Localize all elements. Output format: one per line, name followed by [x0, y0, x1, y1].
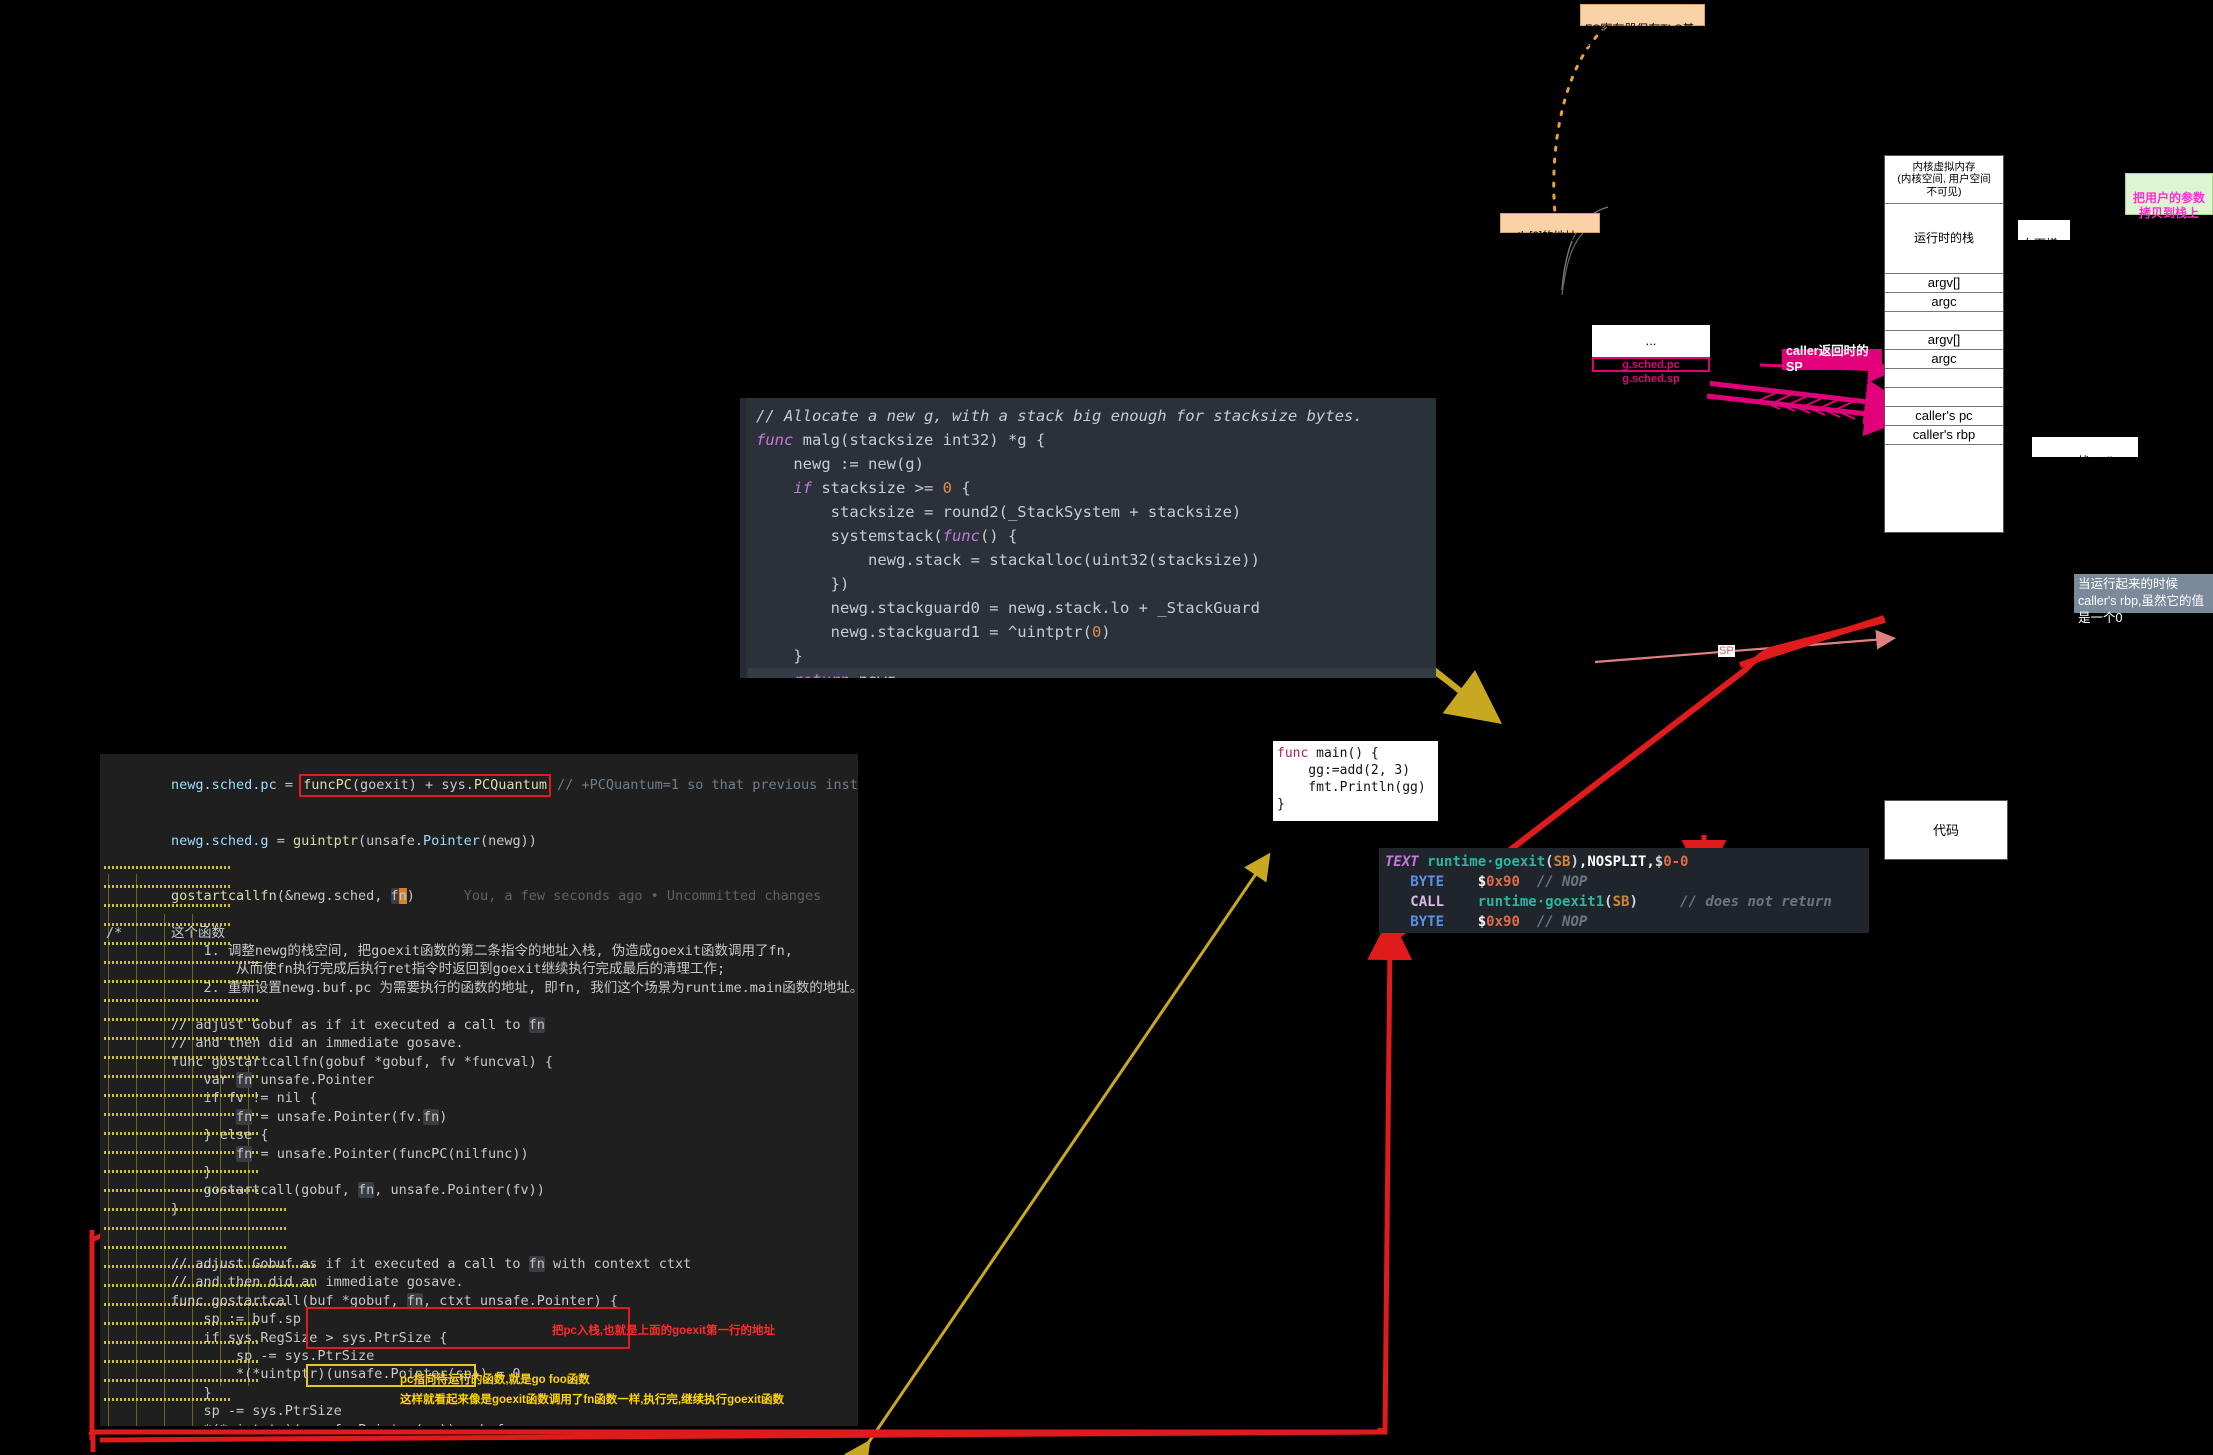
gsched-ellipsis: ...	[1592, 325, 1710, 357]
code-line: newg.stackguard0 = newg.stack.lo + _Stac…	[756, 599, 1260, 617]
code-line: sp -= sys.PtrSize	[106, 1348, 375, 1364]
note-grow-down: 向下增长	[2018, 220, 2070, 266]
code-line: }	[756, 647, 803, 665]
note-m-tls: m.tls[0]的地址	[1500, 213, 1600, 243]
note-caller-rbp: 当运行起来的时候caller's rbp,虽然它的值是一个0	[2074, 574, 2213, 625]
code-line: func gostartcall(buf *gobuf, fn, ctxt un…	[106, 1292, 619, 1309]
code-line: // and then did an immediate gosave.	[106, 1035, 464, 1052]
code-line: stacksize = round2(_StackSystem + stacks…	[756, 503, 1242, 521]
sp-marker-label: SP	[1718, 645, 1735, 657]
code-line: // Allocate a new g, with a stack big en…	[756, 407, 1363, 425]
stack-cell: caller's rbp	[1885, 426, 2003, 445]
code-line: // adjust Gobuf as if it executed a call…	[106, 1255, 692, 1272]
code-line: var fn unsafe.Pointer	[106, 1071, 375, 1088]
code-line: if fv != nil {	[106, 1090, 318, 1107]
code-box-label: 代码	[1932, 823, 1959, 839]
code-line: func malg(stacksize int32) *g {	[756, 431, 1046, 449]
stack-cell: 内核虚拟内存 (内核空间, 用户空间 不可见)	[1885, 156, 2003, 204]
stack-cell	[1885, 388, 2003, 407]
code-line: 从而使fn执行完成后执行ret指令时返回到goexit继续执行完成最后的清理工作…	[106, 961, 726, 978]
code-line: 1. 调整newg的栈空间, 把goexit函数的第二条指令的地址入栈, 伪造成…	[106, 943, 793, 960]
tls-dotted-connector	[1552, 20, 1614, 224]
stack-cell	[1885, 445, 2003, 534]
stack-cell: 运行时的栈	[1885, 204, 2003, 274]
note-fs-register: FS寄存器保存TLS基地址	[1580, 4, 1705, 51]
note-m-tls-label: m.tls[0]的地址	[1505, 231, 1577, 244]
code-line: newg.sched.g = guintptr(unsafe.Pointer(n…	[171, 832, 537, 849]
code-line: TEXT runtime·goexit(SB),NOSPLIT,$0-0	[1385, 854, 1689, 870]
stack-cell: argv[]	[1885, 331, 2003, 350]
code-line: func main() {	[1277, 746, 1379, 761]
annotation-pc-points: pc指向待运行的函数,就是go foo函数	[400, 1374, 590, 1386]
stack-cell: argc	[1885, 350, 2003, 369]
code-line: /* 这个函数	[106, 924, 226, 941]
code-line: }	[106, 1163, 212, 1180]
code-line: gg:=add(2, 3)	[1277, 763, 1411, 778]
code-line: gostartcallfn(&newg.sched, fn) You, a fe…	[171, 887, 822, 904]
code-line: }	[1277, 797, 1285, 812]
gsched-pc-row: g.sched.pc	[1592, 357, 1710, 372]
code-line-highlighted: return newg	[748, 668, 1436, 678]
code-line: systemstack(func() {	[756, 527, 1018, 545]
stack-cell: argc	[1885, 293, 2003, 312]
stack-cell	[1885, 369, 2003, 388]
diagram-canvas: FS寄存器保存TLS基地址 m.tls[0]的地址 把用户的参数 拷贝到栈上 向…	[0, 0, 2213, 1455]
annotation-looks-like: 这样就看起来像是goexit函数调用了fn函数一样,执行完,继续执行goexit…	[400, 1394, 784, 1406]
code-line: CALL runtime·goexit1(SB) // does not ret…	[1410, 894, 1832, 910]
code-line: })	[756, 575, 850, 593]
goexit-asm-editor[interactable]: TEXT runtime·goexit(SB),NOSPLIT,$0-0 BYT…	[1379, 848, 1869, 933]
note-mstart1-label: mstart1栈 callee	[2036, 454, 2127, 469]
code-line: fmt.Println(gg)	[1277, 780, 1426, 795]
gsched-sp-row: g.sched.sp	[1592, 372, 1710, 386]
stack-cell	[1885, 312, 2003, 331]
note-caller-sp: caller返回时的SP	[1782, 344, 1882, 374]
code-line: }	[106, 1200, 180, 1217]
code-box: 代码	[1884, 800, 2008, 860]
code-line: BYTE $0x90 // NOP	[1410, 914, 1588, 930]
sp-line	[1594, 629, 1896, 664]
code-line: } else {	[106, 1127, 269, 1144]
editor-gutter	[740, 398, 746, 678]
stack-cell: caller's pc	[1885, 407, 2003, 426]
code-line: gostartcall(gobuf, fn, unsafe.Pointer(fv…	[106, 1182, 545, 1199]
annotation-push-pc: 把pc入栈,也就是上面的goexit第一行的地址	[552, 1325, 775, 1337]
code-line: BYTE $0x90 // NOP	[1410, 874, 1588, 890]
code-line: newg.sched.pc = funcPC(goexit) + sys.PCQ…	[171, 774, 858, 797]
code-line: // and then did an immediate gosave.	[106, 1274, 464, 1291]
memory-stack-diagram: 内核虚拟内存 (内核空间, 用户空间 不可见) 运行时的栈 argv[] arg…	[1884, 155, 2004, 533]
note-caller-sp-label: caller返回时的SP	[1786, 343, 1869, 374]
code-line: fn = unsafe.Pointer(fv.fn)	[236, 1108, 448, 1125]
note-copy-args-label: 把用户的参数 拷贝到栈上	[2132, 191, 2205, 220]
note-mstart1: mstart1栈 callee	[2032, 437, 2138, 469]
code-line: // adjust Gobuf as if it executed a call…	[106, 1016, 545, 1033]
code-line: if stacksize >= 0 {	[793, 479, 971, 497]
code-line: *(*uintptr)(unsafe.Pointer(sp)) = buf.pc	[106, 1421, 858, 1426]
gsched-box: ... g.sched.pc g.sched.sp	[1592, 325, 1710, 386]
code-line: fn = unsafe.Pointer(funcPC(nilfunc))	[236, 1145, 529, 1162]
code-line: newg := new(g)	[756, 455, 924, 473]
yellow-long-arrow	[844, 852, 1271, 1455]
code-line: newg.stack = stackalloc(uint32(stacksize…	[756, 551, 1260, 569]
note-copy-args: 把用户的参数 拷贝到栈上	[2125, 173, 2213, 220]
code-line: newg.stackguard1 = ^uintptr(0)	[756, 623, 1111, 641]
main-func-editor[interactable]: func main() { gg:=add(2, 3) fmt.Println(…	[1273, 741, 1438, 821]
code-line: func gostartcallfn(gobuf *gobuf, fv *fun…	[106, 1053, 554, 1070]
code-line: 2. 重新设置newg.buf.pc 为需要执行的函数的地址, 即fn, 我们这…	[106, 979, 858, 996]
stack-cell: argv[]	[1885, 274, 2003, 293]
malg-code-editor[interactable]: // Allocate a new g, with a stack big en…	[740, 398, 1436, 678]
